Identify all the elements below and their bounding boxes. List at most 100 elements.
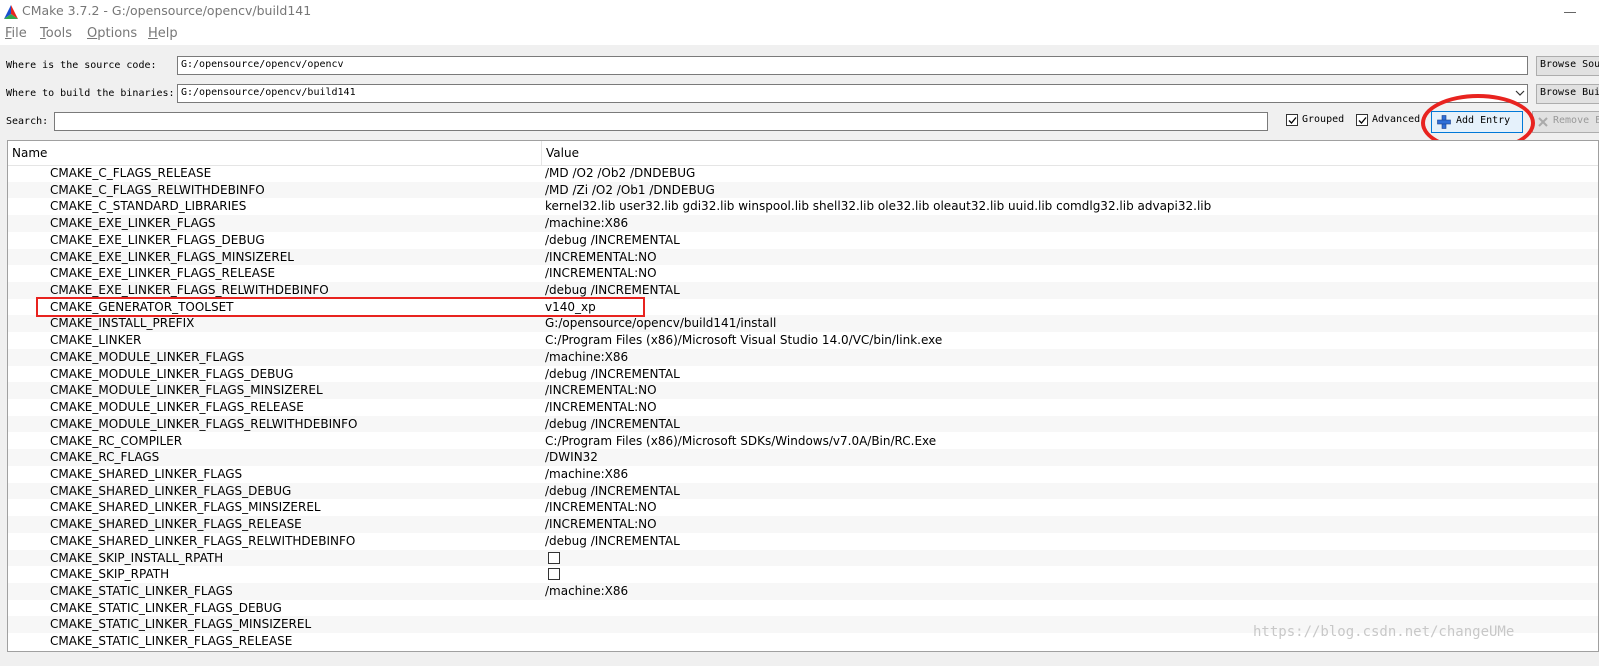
cache-table[interactable]: Name Value CMAKE_C_FLAGS_RELEASE/MD /O2 …	[7, 140, 1599, 652]
row-name: CMAKE_SHARED_LINKER_FLAGS_MINSIZEREL	[50, 500, 321, 515]
grouped-label: Grouped	[1302, 114, 1345, 125]
source-path-input[interactable]: G:/opensource/opencv/opencv	[177, 56, 1528, 75]
table-row[interactable]: CMAKE_EXE_LINKER_FLAGS/machine:X86	[8, 215, 1598, 232]
table-row[interactable]: CMAKE_C_STANDARD_LIBRARIES kernel32.lib u…	[8, 198, 1598, 215]
checkmark-icon	[1358, 117, 1367, 124]
row-name: CMAKE_STATIC_LINKER_FLAGS	[50, 584, 233, 598]
row-value[interactable]: /INCREMENTAL:NO	[545, 266, 657, 280]
row-value[interactable]: /MD /Zi /O2 /Ob1 /DNDEBUG	[545, 183, 715, 197]
row-value[interactable]: /machine:X86	[545, 216, 628, 230]
table-row[interactable]: CMAKE_LINKER C:/Program Files (x86)/Micro…	[8, 332, 1598, 349]
table-row[interactable]: CMAKE_INSTALL_PREFIX G:/opensource/opencv…	[8, 315, 1598, 333]
row-name: CMAKE_EXE_LINKER_FLAGS_DEBUG	[50, 232, 265, 247]
table-row[interactable]: CMAKE_RC_COMPILER C:/Program Files (x86)/…	[8, 433, 1598, 450]
table-row[interactable]: CMAKE_SKIP_INSTALL_RPATH	[8, 549, 1598, 567]
table-row[interactable]: CMAKE_EXE_LINKER_FLAGS_RELEASE/INCREMENT…	[8, 265, 1598, 282]
browse-build-button[interactable]: Browse Build...	[1536, 84, 1599, 104]
row-name: CMAKE_EXE_LINKER_FLAGS_RELEASE	[50, 266, 276, 281]
row-value[interactable]: /debug /INCREMENTAL	[545, 484, 680, 498]
add-entry-button[interactable]: Add Entry	[1431, 111, 1523, 133]
menu-bar: File Tools Options Help	[0, 24, 1599, 45]
menu-tools[interactable]: Tools	[40, 26, 72, 41]
table-row[interactable]: CMAKE_MODULE_LINKER_FLAGS_DEBUG/debug /I…	[8, 366, 1598, 383]
row-value[interactable]: v140_xp	[545, 300, 596, 314]
table-row[interactable]: CMAKE_EXE_LINKER_FLAGS_DEBUG/debug /INCR…	[8, 232, 1598, 249]
row-name: CMAKE_MODULE_LINKER_FLAGS	[50, 349, 245, 364]
column-separator[interactable]	[541, 141, 542, 165]
advanced-label: Advanced	[1372, 114, 1421, 125]
remove-entry-button[interactable]: Remove Entry	[1532, 111, 1599, 133]
row-name: CMAKE_STATIC_LINKER_FLAGS_MINSIZEREL	[50, 617, 312, 632]
column-header-name[interactable]: Name	[12, 146, 47, 160]
table-row[interactable]: CMAKE_SHARED_LINKER_FLAGS_DEBUG/debug /I…	[8, 482, 1598, 500]
row-name: CMAKE_SHARED_LINKER_FLAGS_RELWITHDEBINFO	[50, 533, 356, 548]
table-row[interactable]: CMAKE_STATIC_LINKER_FLAGS/machine:X86	[8, 583, 1598, 600]
table-row[interactable]: CMAKE_C_FLAGS_RELEASE/MD /O2 /Ob2 /DNDEB…	[8, 165, 1598, 182]
row-value[interactable]: /debug /INCREMENTAL	[545, 233, 680, 247]
watermark-text: https://blog.csdn.net/changeUMe	[1253, 624, 1515, 640]
menu-options[interactable]: Options	[87, 26, 137, 41]
window-title: CMake 3.7.2 - G:/opensource/opencv/build…	[22, 3, 312, 18]
table-row[interactable]: CMAKE_C_FLAGS_RELWITHDEBINFO/MD /Zi /O2 …	[8, 181, 1598, 199]
row-name: CMAKE_STATIC_LINKER_FLAGS_DEBUG	[50, 600, 282, 615]
table-row[interactable]: CMAKE_MODULE_LINKER_FLAGS_RELWITHDEBINFO…	[8, 415, 1598, 433]
row-name: CMAKE_EXE_LINKER_FLAGS	[50, 216, 216, 231]
row-name: CMAKE_EXE_LINKER_FLAGS_MINSIZEREL	[50, 249, 294, 264]
table-row[interactable]: CMAKE_EXE_LINKER_FLAGS_RELWITHDEBINFO/de…	[8, 282, 1598, 299]
row-name: CMAKE_MODULE_LINKER_FLAGS_RELWITHDEBINFO	[50, 416, 358, 431]
row-value[interactable]: /machine:X86	[545, 467, 628, 481]
row-value[interactable]: /INCREMENTAL:NO	[545, 250, 657, 264]
row-name: CMAKE_MODULE_LINKER_FLAGS_RELEASE	[50, 400, 304, 415]
advanced-checkbox-box[interactable]	[1356, 114, 1368, 126]
row-value[interactable]: /debug /INCREMENTAL	[545, 367, 680, 381]
row-value[interactable]: /machine:X86	[545, 350, 628, 364]
row-name: CMAKE_MODULE_LINKER_FLAGS_DEBUG	[50, 366, 294, 381]
table-row[interactable]: CMAKE_SHARED_LINKER_FLAGS_MINSIZEREL/INC…	[8, 499, 1598, 516]
table-row[interactable]: CMAKE_GENERATOR_TOOLSET v140_xp	[8, 299, 1598, 316]
row-value-checkbox[interactable]	[548, 551, 560, 564]
table-row[interactable]: CMAKE_SHARED_LINKER_FLAGS_RELEASE/INCREM…	[8, 516, 1598, 533]
build-path-combo[interactable]: G:/opensource/opencv/build141	[177, 84, 1528, 103]
row-value-checkbox[interactable]	[548, 568, 560, 581]
row-value[interactable]: kernel32.lib user32.lib gdi32.lib winspo…	[545, 199, 1211, 213]
row-name: CMAKE_C_STANDARD_LIBRARIES	[50, 199, 247, 214]
table-row[interactable]: CMAKE_STATIC_LINKER_FLAGS_DEBUG	[8, 600, 1598, 617]
row-value[interactable]: /MD /O2 /Ob2 /DNDEBUG	[545, 166, 695, 180]
row-name: CMAKE_INSTALL_PREFIX	[50, 316, 195, 331]
minimize-button[interactable]	[1556, 0, 1586, 24]
checkmark-icon	[1288, 117, 1297, 124]
row-value[interactable]: /DWIN32	[545, 450, 598, 464]
row-value[interactable]: /machine:X86	[545, 584, 628, 598]
table-row[interactable]: CMAKE_MODULE_LINKER_FLAGS_RELEASE/INCREM…	[8, 399, 1598, 416]
table-row[interactable]: CMAKE_RC_FLAGS/DWIN32	[8, 449, 1598, 466]
row-value[interactable]: /INCREMENTAL:NO	[545, 517, 657, 531]
row-value[interactable]: C:/Program Files (x86)/Microsoft SDKs/Wi…	[545, 434, 936, 448]
column-header-value[interactable]: Value	[546, 146, 579, 160]
table-row[interactable]: CMAKE_EXE_LINKER_FLAGS_MINSIZEREL/INCREM…	[8, 248, 1598, 266]
search-input[interactable]	[54, 112, 1268, 131]
add-entry-label: Add Entry	[1456, 115, 1511, 126]
table-row[interactable]: CMAKE_SKIP_RPATH	[8, 566, 1598, 583]
table-row[interactable]: CMAKE_MODULE_LINKER_FLAGS/machine:X86	[8, 348, 1598, 366]
row-value[interactable]: /INCREMENTAL:NO	[545, 383, 657, 397]
table-row[interactable]: CMAKE_SHARED_LINKER_FLAGS/machine:X86	[8, 466, 1598, 483]
plus-icon	[1437, 115, 1451, 129]
row-value[interactable]: /INCREMENTAL:NO	[545, 400, 657, 414]
row-name: CMAKE_GENERATOR_TOOLSET	[50, 299, 234, 314]
menu-file[interactable]: File	[5, 26, 27, 41]
browse-source-button[interactable]: Browse Source...	[1536, 56, 1599, 76]
remove-entry-label: Remove Entry	[1553, 115, 1599, 126]
build-path-value: G:/opensource/opencv/build141	[181, 87, 356, 98]
row-value[interactable]: /debug /INCREMENTAL	[545, 283, 680, 297]
row-value[interactable]: C:/Program Files (x86)/Microsoft Visual …	[545, 333, 942, 347]
grouped-checkbox-box[interactable]	[1286, 114, 1298, 126]
row-value[interactable]: /INCREMENTAL:NO	[545, 500, 657, 514]
cmake-logo-icon	[4, 5, 18, 19]
table-row[interactable]: CMAKE_MODULE_LINKER_FLAGS_MINSIZEREL/INC…	[8, 382, 1598, 400]
row-value[interactable]: /debug /INCREMENTAL	[545, 417, 680, 431]
chevron-down-icon[interactable]	[1515, 88, 1525, 98]
table-row[interactable]: CMAKE_SHARED_LINKER_FLAGS_RELWITHDEBINFO…	[8, 533, 1598, 550]
menu-help[interactable]: Help	[148, 26, 178, 41]
row-value[interactable]: G:/opensource/opencv/build141/install	[545, 316, 776, 330]
row-value[interactable]: /debug /INCREMENTAL	[545, 534, 680, 548]
